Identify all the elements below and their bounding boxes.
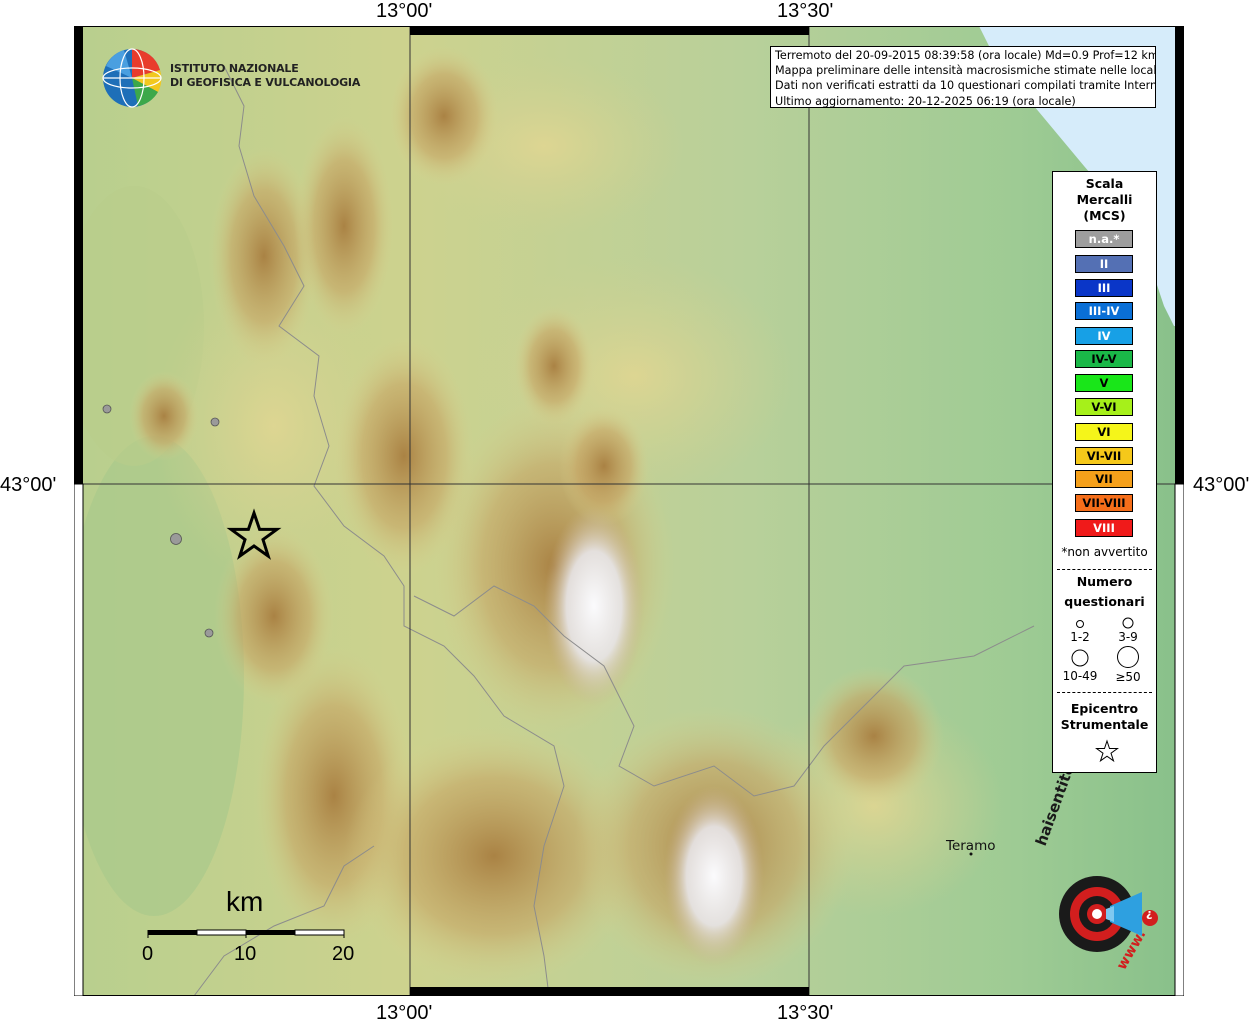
report-dot [102, 404, 112, 414]
mcs-class-6: V [1075, 374, 1133, 392]
scale-bar-seg-4 [294, 929, 345, 936]
report-dot [210, 417, 220, 427]
peak-gran-sasso [664, 786, 764, 966]
scale-bar-seg-2 [196, 929, 247, 936]
event-info-box: Terremoto del 20-09-2015 08:39:58 (ora l… [770, 46, 1156, 108]
legend-questionnaires-title-2: questionari [1064, 594, 1145, 609]
mcs-class-11: VII-VIII [1075, 494, 1133, 512]
legend-panel: Scala Mercalli (MCS) n.a.* II III III-IV IV I… [1052, 171, 1157, 773]
legend-separator [1057, 692, 1152, 693]
frame-left-bar-top [74, 26, 83, 484]
coord-right-lat: 43°00' [1193, 474, 1250, 496]
mcs-class-9: VI-VII [1075, 447, 1133, 465]
mountain-ridge-2 [294, 116, 394, 336]
coord-top-right: 13°30' [777, 0, 834, 22]
mcs-class-10: VII [1075, 470, 1133, 488]
legend-not-felt-note: *non avvertito [1061, 545, 1148, 559]
mcs-class-12: VIII [1075, 519, 1133, 537]
q-size-3-9-icon [1122, 617, 1134, 629]
report-dot [170, 533, 182, 545]
q-label-50: ≥50 [1115, 670, 1141, 684]
event-info-line3: Dati non verificati estratti da 10 quest… [775, 79, 1156, 93]
scale-bar-seg-3 [246, 930, 295, 935]
ingv-logo-line1: ISTITUTO NAZIONALE [170, 62, 299, 75]
legend-epicenter-title-1: Epicentro [1070, 701, 1139, 716]
ingv-logo-line2: DI GEOFISICA E VULCANOLOGIA [170, 76, 361, 89]
coord-bottom-right: 13°30' [777, 1002, 834, 1024]
report-dot [204, 628, 214, 638]
legend-epicenter-star-icon [1095, 739, 1119, 763]
legend-title-line1: Scala [1085, 176, 1124, 191]
q-label-10-49: 10-49 [1062, 669, 1098, 683]
mountain-ridge-3 [389, 46, 499, 186]
frame-top-bar [410, 26, 809, 35]
scale-bar-label-0: 0 [142, 943, 154, 965]
legend-questionnaires-title-1: Numero [1076, 574, 1133, 589]
legend-epicenter-title-2: Strumentale [1060, 717, 1149, 732]
mcs-class-1: II [1075, 255, 1133, 273]
badge-question: ? [1146, 908, 1153, 921]
place-label-teramo: Teramo [946, 838, 996, 854]
scale-bar-label-20: 20 [332, 943, 355, 965]
frame-bottom-bar [410, 987, 809, 996]
coord-left-lat: 43°00' [0, 474, 57, 496]
mcs-class-4: IV [1075, 327, 1133, 345]
mountain-ridge-10 [804, 666, 944, 806]
mcs-class-8: VI [1075, 423, 1133, 441]
legend-separator [1057, 569, 1152, 570]
mcs-class-2: III [1075, 279, 1133, 297]
peak-sibillini [544, 506, 644, 706]
scale-bar-label-10: 10 [234, 943, 257, 965]
coord-top-left: 13°00' [376, 0, 433, 22]
mountain-ridge-12 [514, 306, 594, 426]
q-size-50-icon [1117, 646, 1139, 668]
q-size-1-2-icon [1076, 620, 1084, 628]
event-info-line2: Mappa preliminare delle intensità macros… [775, 64, 1156, 78]
frame-right-bar-top [1175, 26, 1184, 484]
mcs-class-3: III-IV [1075, 302, 1133, 320]
event-info-line4: Ultimo aggiornamento: 20-12-2025 06:19 (… [775, 94, 1076, 108]
coord-bottom-left: 13°00' [376, 1002, 433, 1024]
ingv-logo-text: ISTITUTO NAZIONALE DI GEOFISICA E VULCAN… [170, 62, 360, 90]
q-label-1-2: 1-2 [1070, 630, 1090, 644]
scale-bar-seg-1 [148, 930, 197, 935]
frame-left-bar-bottom [74, 483, 84, 996]
frame-right-bar-bottom [1174, 483, 1184, 996]
mcs-class-5: IV-V [1075, 350, 1133, 368]
q-size-10-49-icon [1071, 649, 1089, 667]
mcs-class-0: n.a.* [1075, 230, 1133, 248]
mountain-ridge-11 [129, 371, 199, 461]
ingv-logo-icon [102, 48, 162, 108]
event-info-line1: Terremoto del 20-09-2015 08:39:58 (ora l… [775, 49, 1156, 62]
legend-title-line2: Mercalli [1076, 192, 1133, 207]
mcs-class-7: V-VI [1075, 398, 1133, 416]
q-label-3-9: 3-9 [1118, 630, 1138, 644]
legend-title: Scala Mercalli (MCS) [1053, 176, 1156, 224]
scale-bar-unit: km [226, 886, 264, 917]
intensity-map [74, 26, 1184, 996]
legend-title-line3: (MCS) [1083, 208, 1126, 223]
mountain-ridge-13 [559, 406, 649, 526]
